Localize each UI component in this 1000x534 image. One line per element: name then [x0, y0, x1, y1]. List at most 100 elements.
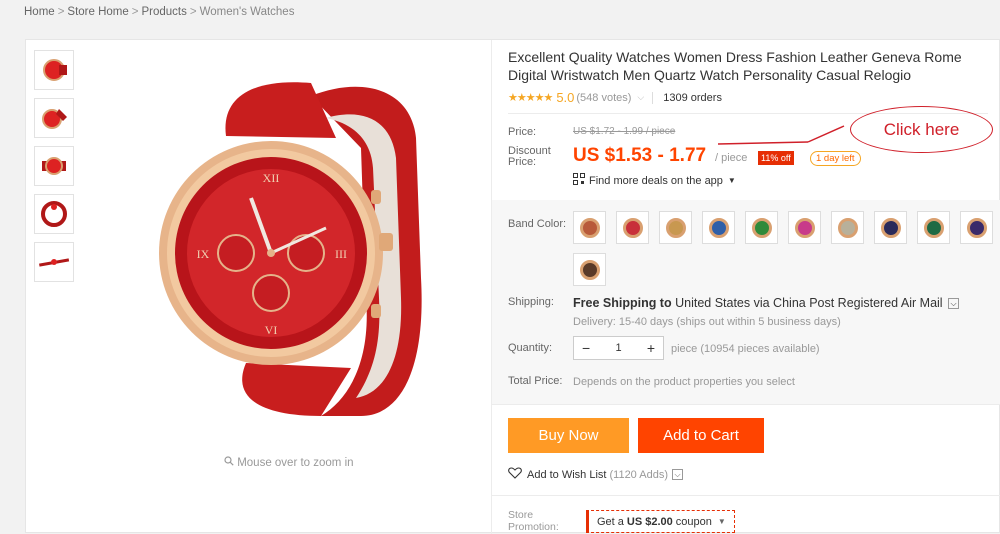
band-color-swatch-3[interactable]: [659, 211, 692, 244]
breadcrumb-separator: >: [57, 6, 65, 18]
wishlist-count: (1120 Adds): [609, 468, 668, 481]
watch-thumbnail-icon: [579, 217, 600, 238]
breadcrumb-products[interactable]: Products: [141, 6, 186, 18]
watch-thumbnail-icon: [665, 217, 686, 238]
quantity-stepper[interactable]: − 1 +: [573, 336, 664, 360]
band-color-swatch-10[interactable]: [960, 211, 993, 244]
annotation-arrow: [717, 125, 845, 145]
band-color-swatches: [573, 211, 993, 286]
app-deals-text: Find more deals on the app: [589, 174, 723, 187]
per-piece-unit: / piece: [715, 152, 748, 164]
rating-score: 5.0: [556, 90, 575, 105]
caret-down-icon: ▼: [717, 517, 726, 526]
product-panel: XII III VI IX Mouse over to zoom in Exce…: [25, 39, 1000, 534]
qr-code-icon: [573, 173, 585, 188]
original-price: US $1.72 - 1.99 / piece: [573, 126, 676, 137]
app-deals-link[interactable]: Find more deals on the app ▼: [573, 173, 736, 188]
product-title: Excellent Quality Watches Women Dress Fa…: [508, 49, 962, 83]
vote-count[interactable]: (548 votes): [576, 92, 631, 104]
wishlist-link[interactable]: Add to Wish List (1120 Adds) ⌵: [508, 467, 683, 482]
svg-text:XII: XII: [263, 171, 280, 185]
watch-thumbnail-icon: [751, 217, 772, 238]
thumbnail-5[interactable]: [34, 242, 74, 282]
thumbnail-1[interactable]: [34, 50, 74, 90]
promotion-label-line-2: Promotion:: [508, 521, 559, 533]
svg-text:IX: IX: [197, 247, 210, 261]
watch-thumbnail-icon: [579, 259, 600, 280]
heart-icon: [508, 467, 522, 482]
coupon-amount: US $2.00: [626, 515, 673, 528]
chevron-down-icon[interactable]: ⌵: [948, 298, 960, 310]
time-left-badge: 1 day left: [810, 151, 861, 166]
band-color-swatch-2[interactable]: [616, 211, 649, 244]
divider: [492, 404, 1000, 405]
breadcrumb-store-home[interactable]: Store Home: [67, 6, 128, 18]
breadcrumb-current: Women's Watches: [199, 6, 295, 18]
chevron-down-icon[interactable]: ⌵: [672, 469, 683, 480]
thumbnail-3[interactable]: [34, 146, 74, 186]
coupon-prefix: Get a: [597, 515, 624, 528]
chevron-down-icon[interactable]: ⌵: [637, 92, 644, 103]
breadcrumb-home[interactable]: Home: [24, 6, 55, 18]
band-color-label: Band Color:: [508, 218, 567, 230]
watch-thumbnail-icon: [708, 217, 729, 238]
add-to-cart-button[interactable]: Add to Cart: [638, 418, 764, 453]
watch-thumbnail-icon: [794, 217, 815, 238]
watch-thumbnail-icon: [622, 217, 643, 238]
decrement-button[interactable]: −: [582, 340, 590, 356]
promotion-label-line-1: Store: [508, 509, 534, 521]
band-color-swatch-4[interactable]: [702, 211, 735, 244]
breadcrumb-separator: >: [189, 6, 197, 18]
discount-price-label: Discount Price:: [508, 146, 551, 168]
available-pieces: piece (10954 pieces available): [671, 343, 820, 355]
click-here-annotation: Click here: [850, 106, 993, 153]
divider: [492, 495, 1000, 496]
order-count: 1309 orders: [663, 91, 722, 104]
total-price-label: Total Price:: [508, 375, 563, 387]
magnifier-icon: [224, 456, 237, 469]
buy-now-button[interactable]: Buy Now: [508, 418, 629, 453]
free-shipping-text: Free Shipping to: [573, 296, 672, 310]
rating-row: ★★★★★ 5.0 (548 votes) ⌵ 1309 orders: [508, 90, 722, 105]
shipping-destination: United States via China Post Registered …: [675, 296, 943, 310]
band-color-swatch-8[interactable]: [874, 211, 907, 244]
shipping-info[interactable]: Free Shipping to United States via China…: [573, 296, 960, 310]
svg-text:III: III: [335, 247, 347, 261]
band-color-swatch-6[interactable]: [788, 211, 821, 244]
band-color-swatch-5[interactable]: [745, 211, 778, 244]
wishlist-text: Add to Wish List: [527, 468, 607, 481]
coupon-dropdown[interactable]: Get a US $2.00 coupon ▼: [586, 510, 735, 533]
quantity-value[interactable]: 1: [615, 342, 621, 354]
increment-button[interactable]: +: [647, 340, 655, 356]
thumbnail-2[interactable]: [34, 98, 74, 138]
watch-thumbnail-icon: [923, 217, 944, 238]
store-promotion-label: Store Promotion:: [508, 509, 559, 533]
breadcrumb: Home > Store Home > Products > Women's Watches: [24, 6, 294, 18]
watch-thumbnail-icon: [880, 217, 901, 238]
thumbnail-4[interactable]: [34, 194, 74, 234]
breadcrumb-separator: >: [131, 6, 139, 18]
watch-thumbnail-icon: [966, 217, 987, 238]
band-color-swatch-9[interactable]: [917, 211, 950, 244]
discount-label-line-2: Price:: [508, 156, 537, 168]
price-label: Price:: [508, 126, 537, 138]
zoom-hint: Mouse over to zoom in: [224, 456, 354, 469]
total-price-value: Depends on the product properties you se…: [573, 376, 795, 388]
svg-text:VI: VI: [265, 323, 278, 337]
band-color-swatch-11[interactable]: [573, 253, 606, 286]
watch-thumbnail-icon: [837, 217, 858, 238]
caret-down-icon: ▼: [727, 176, 736, 185]
band-color-swatch-7[interactable]: [831, 211, 864, 244]
band-color-swatch-1[interactable]: [573, 211, 606, 244]
star-rating-icon: ★★★★★: [508, 92, 553, 104]
zoom-hint-text: Mouse over to zoom in: [237, 457, 354, 469]
coupon-suffix: coupon: [675, 515, 712, 528]
thumbnail-list: [34, 50, 74, 290]
divider: [652, 91, 654, 104]
shipping-label: Shipping:: [508, 296, 554, 308]
quantity-label: Quantity:: [508, 342, 553, 354]
delivery-estimate: Delivery: 15-40 days (ships out within 5…: [573, 316, 841, 328]
discount-badge: 11% off: [758, 151, 794, 165]
discount-price: US $1.53 - 1.77: [573, 145, 707, 166]
product-image[interactable]: XII III VI IX: [151, 78, 451, 416]
